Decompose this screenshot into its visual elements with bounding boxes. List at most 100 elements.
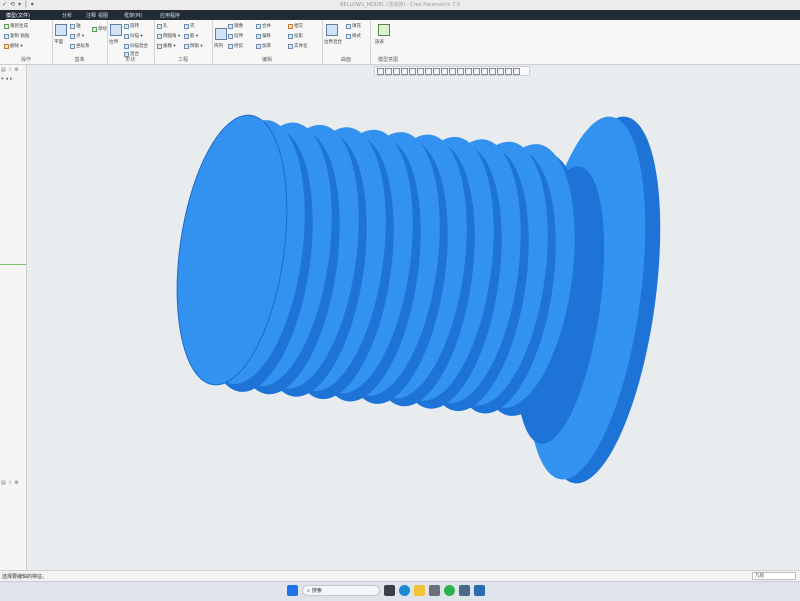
offset-button[interactable]: 偏移 — [256, 33, 271, 39]
mirror-button[interactable]: 镜像 — [228, 23, 243, 29]
style-button[interactable]: 样式 — [346, 33, 361, 39]
point-display-icon[interactable] — [489, 67, 496, 75]
ribbon: 重新生成 复制 粘贴 删除 ▾ 操作 平面 轴 点 ▾ 坐标系 草绘 基准 拉伸… — [0, 20, 800, 65]
annotation-display-icon[interactable] — [457, 67, 464, 75]
tab-analysis[interactable]: 分析 — [62, 12, 72, 19]
csys-button[interactable]: 坐标系 — [70, 43, 90, 49]
group-label: 工程 — [177, 57, 188, 63]
view-manager-icon[interactable] — [425, 67, 432, 75]
tab-view[interactable]: 视图 — [98, 12, 108, 19]
axis-button[interactable]: 轴 — [70, 23, 81, 29]
rib-icon — [184, 33, 189, 39]
sketch-icon — [92, 26, 97, 32]
shell-button[interactable]: 壳 — [184, 23, 195, 29]
tab-model[interactable]: 模型(文件) — [6, 12, 30, 20]
model-tree-icon[interactable]: ▤ — [1, 480, 6, 486]
rib-button[interactable]: 筋 ▾ — [184, 33, 198, 39]
taskbar-search[interactable]: ⌕ 搜索 — [302, 585, 380, 596]
zoom-in-icon[interactable] — [385, 67, 392, 75]
draft-button[interactable]: 拔模 ▾ — [157, 43, 176, 49]
sketch-button[interactable]: 草绘 — [92, 26, 107, 32]
settings-icon[interactable]: ⚙ — [14, 67, 18, 73]
family-table-button[interactable]: 族表 — [375, 39, 384, 45]
chamfer-button[interactable]: 倒角 ▾ — [184, 43, 203, 49]
file-explorer-icon[interactable] — [414, 585, 425, 596]
group-engineering: 孔 倒圆角 ▾ 拔模 ▾ 壳 筋 ▾ 倒角 ▾ 工程 — [154, 20, 213, 64]
plane-icon[interactable] — [55, 24, 67, 36]
start-icon[interactable] — [287, 585, 298, 596]
intersect-icon — [288, 23, 293, 29]
task-view-icon[interactable] — [384, 585, 395, 596]
thicken-icon — [256, 43, 261, 49]
offset-icon — [256, 33, 261, 39]
sweep-button[interactable]: 扫描 ▾ — [124, 33, 143, 39]
boundary-blend-icon[interactable] — [326, 24, 338, 36]
favorites-icon[interactable]: ☆ — [8, 480, 12, 486]
chevron-down-icon[interactable]: ▾ — [1, 76, 4, 82]
more-icon[interactable] — [513, 67, 520, 75]
round-button[interactable]: 倒圆角 ▾ — [157, 33, 180, 39]
selection-filter-dropdown[interactable]: 几何 — [752, 572, 796, 580]
shell-icon — [184, 23, 189, 29]
tab-applications[interactable]: 应用程序 — [160, 12, 180, 19]
pattern-icon[interactable] — [215, 28, 227, 40]
extend-button[interactable]: 延伸 — [228, 33, 243, 39]
refit-icon[interactable] — [377, 67, 384, 75]
chevron-left-icon[interactable]: ◂ — [6, 76, 9, 82]
merge-icon — [256, 23, 261, 29]
revolve-icon — [124, 23, 129, 29]
creo-icon[interactable] — [459, 585, 470, 596]
bellows-model[interactable] — [27, 78, 800, 568]
delete-button[interactable]: 删除 ▾ — [4, 43, 23, 49]
graphics-area[interactable] — [27, 78, 800, 568]
datum-display-icon[interactable] — [449, 67, 456, 75]
edge-icon[interactable] — [399, 585, 410, 596]
repaint-icon[interactable] — [401, 67, 408, 75]
swept-blend-button[interactable]: 扫描混合 — [124, 43, 148, 49]
model-tree-panel[interactable]: ▤ ☆ ⚙ ▾ ◂ ▸ ▤ ☆ ⚙ — [0, 65, 27, 570]
regenerate-button[interactable]: 重新生成 — [4, 23, 28, 29]
boundary-blend-button[interactable]: 边界混合 — [324, 39, 342, 45]
pause-icon[interactable] — [505, 67, 512, 75]
solidify-button[interactable]: 实体化 — [288, 43, 308, 49]
extrude-icon[interactable] — [110, 24, 122, 36]
fill-button[interactable]: 填充 — [346, 23, 361, 29]
intersect-button[interactable]: 相交 — [288, 23, 303, 29]
merge-button[interactable]: 合并 — [256, 23, 271, 29]
family-table-icon[interactable] — [378, 24, 390, 36]
spin-center-icon[interactable] — [465, 67, 472, 75]
chevron-right-icon[interactable]: ▸ — [10, 76, 13, 82]
trim-button[interactable]: 修剪 — [228, 43, 243, 49]
plane-button[interactable]: 平面 — [54, 39, 63, 45]
thicken-button[interactable]: 加厚 — [256, 43, 271, 49]
plane-display-icon[interactable] — [473, 67, 480, 75]
app-icon[interactable] — [474, 585, 485, 596]
revolve-button[interactable]: 旋转 — [124, 23, 139, 29]
graphics-toolbar — [374, 66, 530, 76]
wechat-icon[interactable] — [444, 585, 455, 596]
extrude-button[interactable]: 拉伸 — [109, 39, 118, 45]
hole-button[interactable]: 孔 — [157, 23, 168, 29]
ribbon-tab-bar: 模型(文件) 分析 注释 视图 框架(M) 应用程序 — [0, 10, 800, 20]
pattern-button[interactable]: 阵列 — [214, 43, 223, 49]
axis-icon — [70, 23, 75, 29]
tab-framework[interactable]: 框架(M) — [124, 12, 142, 19]
axis-display-icon[interactable] — [481, 67, 488, 75]
settings-icon[interactable]: ⚙ — [14, 480, 18, 486]
perspective-icon[interactable] — [433, 67, 440, 75]
app-icon[interactable] — [429, 585, 440, 596]
csys-display-icon[interactable] — [497, 67, 504, 75]
favorites-icon[interactable]: ☆ — [8, 67, 12, 73]
zoom-out-icon[interactable] — [393, 67, 400, 75]
group-label: 形状 — [125, 57, 136, 63]
project-button[interactable]: 投影 — [288, 33, 303, 39]
panel-row-tools: ▾ ◂ ▸ — [1, 76, 13, 82]
section-icon[interactable] — [441, 67, 448, 75]
display-style-icon[interactable] — [409, 67, 416, 75]
tab-annotate[interactable]: 注释 — [86, 12, 96, 19]
point-button[interactable]: 点 ▾ — [70, 33, 84, 39]
saved-views-icon[interactable] — [417, 67, 424, 75]
model-tree-icon[interactable]: ▤ — [1, 67, 6, 73]
copy-paste-button[interactable]: 复制 粘贴 — [4, 33, 29, 39]
round-icon — [157, 33, 162, 39]
